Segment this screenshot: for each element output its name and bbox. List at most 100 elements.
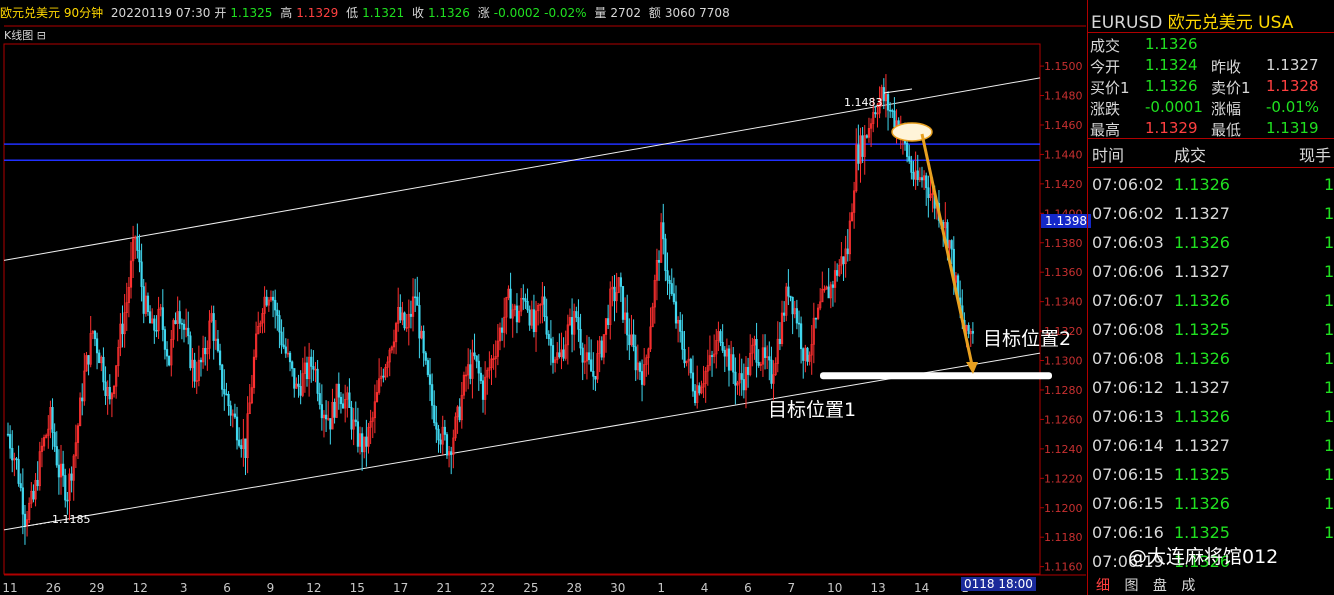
candle-body: [621, 286, 625, 320]
candle-body: [339, 396, 343, 405]
candle-body: [522, 297, 525, 300]
tick-time: 07:06:02: [1092, 204, 1164, 223]
candle-body: [727, 348, 731, 371]
candle-body: [734, 371, 737, 386]
candle-body: [634, 346, 637, 371]
candle-body: [168, 355, 171, 366]
candle-body: [755, 339, 758, 363]
candle-body: [424, 352, 427, 361]
candle-body: [431, 384, 434, 406]
tick-price: 1.1326: [1174, 349, 1230, 368]
candle-body: [806, 347, 809, 362]
candle-body: [742, 379, 745, 391]
candle-body: [62, 463, 65, 476]
tick-time: 07:06:03: [1092, 233, 1164, 252]
quote-label: 最高: [1090, 121, 1121, 139]
high-leader: [883, 88, 913, 94]
x-tick-label: 22: [480, 581, 495, 595]
collapse-icon[interactable]: ⊟: [37, 29, 46, 42]
candle-body: [23, 513, 27, 526]
candle-body: [276, 309, 279, 316]
candle-body: [509, 288, 512, 319]
candle-body: [6, 433, 10, 436]
tab-detail[interactable]: 细: [1096, 578, 1110, 594]
tick-vol: 1: [1324, 175, 1334, 194]
candle-body: [155, 330, 158, 332]
y-tick-label: 1.1260: [1044, 413, 1083, 426]
quote-market: USA: [1258, 13, 1294, 33]
candle-body: [318, 393, 321, 405]
quote-value: -0.0001: [1145, 98, 1203, 116]
tick-price: 1.1325: [1174, 320, 1230, 339]
candle-body: [140, 261, 143, 287]
candle-body: [562, 349, 565, 359]
candle-body: [657, 260, 661, 263]
candle-body: [719, 331, 722, 343]
tick-header-vol: 现手: [1299, 146, 1332, 165]
candle-body: [51, 407, 54, 433]
volume-value: 2702: [610, 6, 641, 20]
candle-body: [662, 222, 665, 240]
candle-body: [912, 172, 915, 180]
chart-type-toolbar[interactable]: K线图 ⊟: [4, 27, 46, 43]
candle-body: [778, 338, 782, 345]
candle-body: [515, 305, 519, 323]
candle-body: [66, 499, 69, 502]
quote-value: 1.1319: [1266, 119, 1319, 137]
candle-body: [163, 329, 167, 350]
candle-body: [356, 421, 360, 447]
quote-value: 1.1326: [1145, 35, 1198, 53]
candle-body: [418, 305, 421, 339]
quote-value: 1.1324: [1145, 56, 1198, 74]
candle-body: [893, 110, 896, 128]
tick-price: 1.1325: [1174, 523, 1230, 542]
candle-body: [221, 364, 224, 390]
tab-chart[interactable]: 图: [1124, 578, 1138, 594]
candle-body: [238, 439, 241, 446]
x-tick-label: 1: [657, 581, 665, 595]
candle-body: [594, 376, 597, 380]
candle-body: [305, 362, 309, 380]
quote-value: 1.1328: [1266, 77, 1319, 95]
candle-body: [628, 334, 631, 346]
tab-trades[interactable]: 成: [1181, 578, 1195, 594]
kline-label[interactable]: K线图: [4, 29, 33, 42]
candle-body: [165, 349, 169, 357]
candle-body: [271, 296, 275, 301]
quote-value: 1.1329: [1145, 119, 1198, 137]
tick-price: 1.1326: [1174, 494, 1230, 513]
candle-body: [324, 414, 328, 420]
panel-tabs[interactable]: 细 图 盘 成: [1096, 575, 1205, 595]
candle-body: [225, 393, 228, 396]
candle-body: [439, 439, 442, 445]
x-tick-label: 17: [393, 581, 408, 595]
tick-vol: 1: [1324, 494, 1334, 513]
tick-price: 1.1326: [1174, 233, 1230, 252]
candle-body: [908, 156, 911, 162]
tick-time: 07:06:16: [1092, 523, 1164, 542]
candle-body: [274, 299, 277, 311]
candle-body: [526, 301, 529, 311]
candle-body: [81, 397, 84, 402]
x-tick-label: 10: [827, 581, 842, 595]
candle-body: [640, 371, 644, 385]
y-tick-label: 1.1440: [1044, 148, 1083, 161]
tab-orderbook[interactable]: 盘: [1153, 578, 1167, 594]
candle-body: [299, 386, 302, 396]
tick-price: 1.1327: [1174, 262, 1230, 281]
candle-body: [683, 349, 686, 364]
candle-body: [768, 356, 771, 361]
candle-body: [590, 359, 593, 372]
quote-name: 欧元兑美元: [1167, 13, 1253, 33]
tick-time: 07:06:12: [1092, 378, 1164, 397]
target2-label: 目标位置2: [983, 328, 1071, 350]
tick-price: 1.1326: [1174, 175, 1230, 194]
current-date-box: 0118 18:00: [961, 577, 1036, 591]
candlestick-chart[interactable]: 1.15001.14801.14601.14401.14201.14001.13…: [0, 0, 1086, 595]
candle-body: [361, 433, 364, 453]
x-tick-label: 11: [2, 581, 17, 595]
watermark: @大连麻将馆012: [1128, 546, 1279, 568]
candle-body: [763, 347, 767, 358]
y-tick-label: 1.1380: [1044, 237, 1083, 250]
y-tick-label: 1.1340: [1044, 296, 1083, 309]
